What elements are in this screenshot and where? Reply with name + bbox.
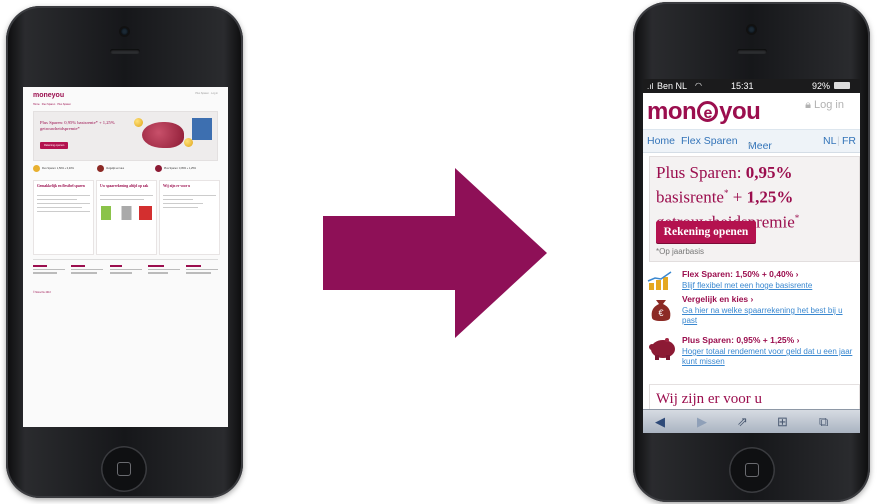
chevron-down-icon: ▾ (748, 140, 753, 149)
promo-item[interactable]: Plus Sparen: 0,95% + 1,25% › Hoger totaa… (647, 335, 857, 369)
phone-mobile-view: .ıl Ben NL ◠ 15:31 92% mon e you 🔒︎ Log in… (633, 2, 870, 502)
piggy-bank-icon (155, 165, 162, 172)
coin-icon (134, 118, 143, 127)
open-account-button[interactable]: Rekening openen (656, 221, 756, 243)
svg-text:€: € (658, 308, 663, 318)
promo-item[interactable]: € Vergelijk en kies › Ga hier na welke s… (647, 294, 857, 328)
wifi-icon: ◠ (695, 81, 702, 90)
mobile-screen: .ıl Ben NL ◠ 15:31 92% mon e you 🔒︎ Log in… (643, 79, 860, 433)
award-badge (192, 118, 212, 140)
column-title: Uw spaarrekening altijd op zak (100, 184, 149, 188)
piggy-bank-icon (142, 122, 184, 148)
promo-title[interactable]: Flex Sparen: 1,50% + 0,40% › (682, 269, 798, 279)
column-title: Wij zijn er voor u (163, 184, 191, 188)
nav-plus[interactable]: Plus Sparen (57, 103, 71, 106)
open-account-button[interactable]: Rekening openen (40, 142, 69, 149)
main-nav: Home Flex Sparen Meer ▾ NL | FR (643, 129, 860, 153)
tabs-icon[interactable]: ⧉ (819, 414, 828, 430)
logo-text: mon (647, 98, 697, 125)
info-column: Wij zijn er voor u (159, 180, 220, 255)
utility-links[interactable]: Plus Sparen · Log in (195, 92, 218, 95)
promo-link[interactable]: Ga hier na welke spaarrekening het best … (682, 306, 857, 326)
speaker-grille (110, 49, 140, 54)
signal-icon: .ıl (647, 82, 654, 91)
logo-mark: e (697, 101, 719, 122)
divider (33, 259, 218, 260)
money-bag-icon (97, 165, 104, 172)
camera-icon (121, 28, 128, 35)
promo-link[interactable]: Blijf flexibel met een hoge basisrente (682, 281, 857, 291)
hero-title: Plus Sparen: 0,95% basisrente* + 1,25% g… (40, 120, 115, 131)
lang-fr[interactable]: FR (842, 135, 856, 147)
promo-row[interactable]: Flex Sparen: 1,50% + 0,40% Vergelijk en … (33, 165, 218, 175)
promo-compare[interactable]: Vergelijk en kies (106, 167, 124, 170)
bookmarks-icon[interactable]: ⊞ (777, 414, 788, 430)
phone-desktop-view: moneyou Plus Sparen · Log in Home Flex S… (6, 6, 243, 498)
status-bar: .ıl Ben NL ◠ 15:31 92% (643, 79, 860, 93)
chart-coins-icon (33, 165, 40, 172)
promo-flex[interactable]: Flex Sparen: 1,50% + 0,40% (42, 167, 74, 170)
share-icon[interactable]: ⇗ (737, 414, 748, 430)
promo-title[interactable]: Plus Sparen: 0,95% + 1,25% › (682, 335, 799, 345)
carrier-label: Ben NL (657, 81, 688, 91)
browser-toolbar: ◀ ▶ ⇗ ⊞ ⧉ (643, 409, 860, 433)
lang-separator: | (837, 135, 840, 147)
desktop-screen: moneyou Plus Sparen · Log in Home Flex S… (23, 87, 228, 427)
promo-plus[interactable]: Plus Sparen: 0,95% + 1,25% (164, 167, 196, 170)
hero-banner: Plus Sparen: 0,95% basisrente* + 1,25% g… (33, 111, 218, 161)
copyright: © MoneYou 2013 (33, 292, 51, 294)
promo-link[interactable]: Hoger totaal rendement voor geld dat u e… (682, 347, 857, 367)
speaker-grille (737, 49, 767, 54)
footnote: *Op jaarbasis (656, 247, 705, 256)
back-icon[interactable]: ◀ (655, 414, 665, 430)
login-label: Log in (814, 99, 844, 111)
battery-label: 92% (812, 81, 831, 91)
info-column: Uw spaarrekening altijd op zak (96, 180, 157, 255)
footer-links[interactable] (33, 263, 218, 287)
hero-banner: Plus Sparen: 0,95% basisrente* + 1,25% g… (649, 156, 860, 262)
logo[interactable]: moneyou (647, 98, 761, 126)
nav-flex-sparen[interactable]: Flex Sparen (681, 135, 738, 147)
logo-text: you (719, 98, 761, 125)
app-store-icons[interactable] (101, 206, 152, 220)
piggy-bank-icon (649, 338, 675, 360)
camera-icon (748, 26, 755, 33)
lang-nl[interactable]: NL (823, 135, 836, 147)
clock-label: 15:31 (731, 81, 754, 91)
money-bag-icon: € (651, 300, 671, 321)
battery-icon (834, 82, 850, 89)
nav-home[interactable]: Home (647, 135, 675, 147)
nav-home[interactable]: Home (33, 103, 40, 106)
lock-icon: 🔒︎ (805, 99, 815, 111)
column-title: Gemakkelijk en flexibel sparen (37, 184, 85, 188)
promo-item[interactable]: Flex Sparen: 1,50% + 0,40% › Blijf flexi… (647, 269, 857, 293)
arrow-right-icon (323, 168, 547, 338)
site-header: mon e you 🔒︎ Log in (643, 93, 860, 129)
nav-flex[interactable]: Flex Sparen (42, 103, 55, 106)
login-link[interactable]: 🔒︎ Log in (805, 99, 844, 112)
forward-icon[interactable]: ▶ (697, 414, 707, 430)
info-column: Gemakkelijk en flexibel sparen (33, 180, 94, 255)
logo[interactable]: moneyou (33, 92, 218, 99)
home-button[interactable] (729, 447, 775, 493)
chart-coins-icon (647, 271, 672, 290)
home-button[interactable] (101, 446, 147, 492)
contact-card-title: Wij zijn er voor u (656, 391, 763, 407)
promo-title[interactable]: Vergelijk en kies › (682, 294, 753, 304)
main-nav[interactable]: Home Flex Sparen Plus Sparen (33, 103, 218, 106)
